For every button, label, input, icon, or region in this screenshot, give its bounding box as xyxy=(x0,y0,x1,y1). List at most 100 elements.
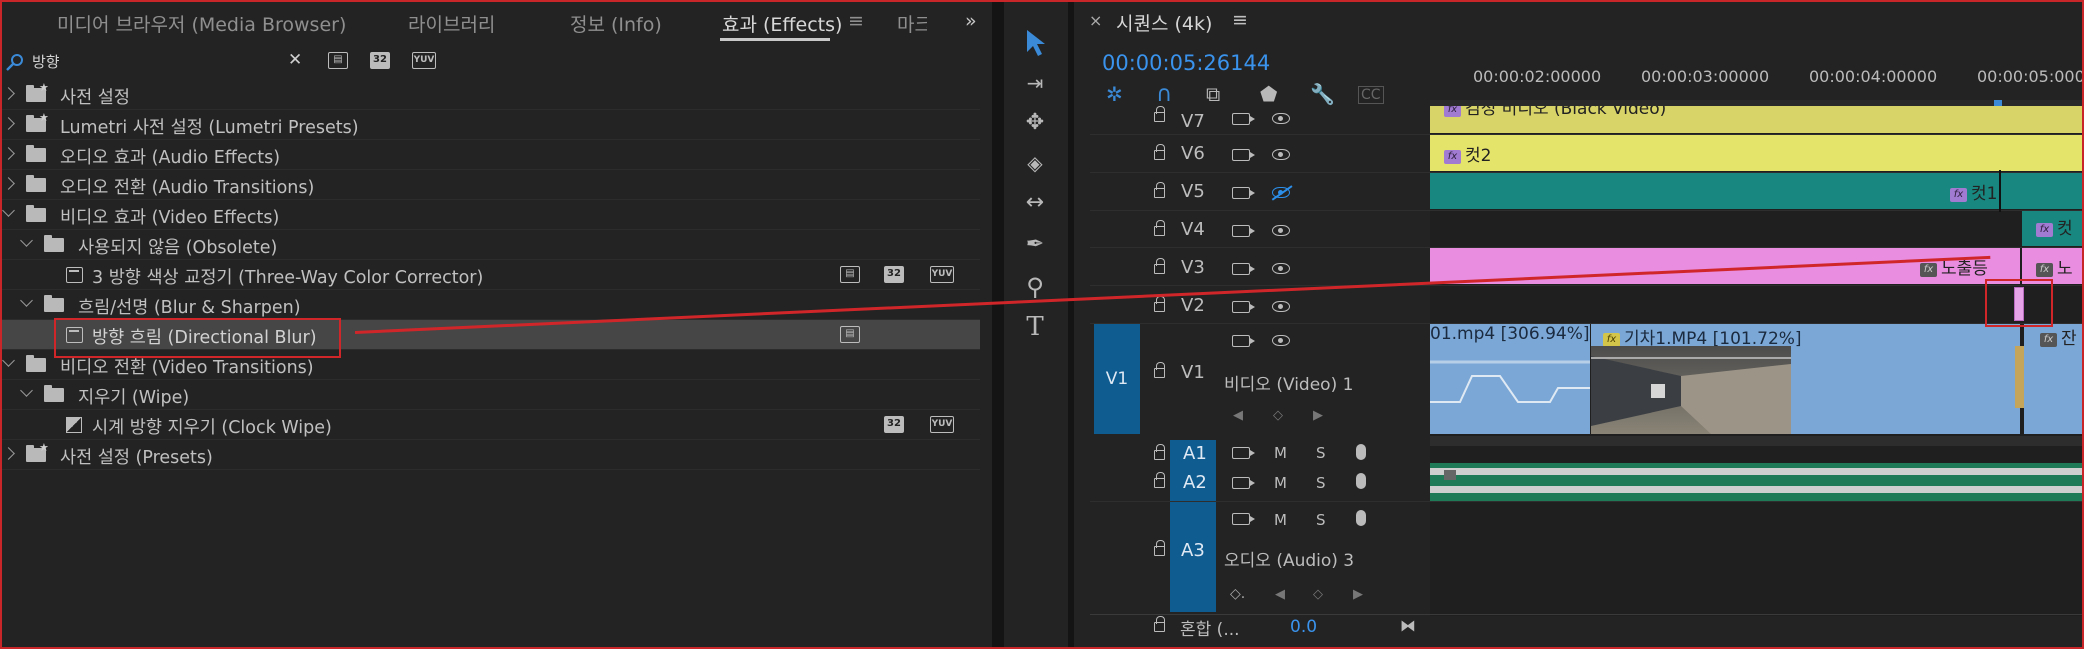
sync-lock-icon[interactable] xyxy=(1232,477,1255,489)
add-marker-icon[interactable]: ⬟ xyxy=(1260,82,1277,106)
tree-item-presets-ko[interactable]: ★ 사전 설정 xyxy=(0,80,980,110)
collapse-arrow-icon[interactable] xyxy=(2,354,15,367)
next-keyframe-icon[interactable]: ▶ xyxy=(1313,408,1323,423)
expand-arrow-icon[interactable] xyxy=(2,147,15,160)
tab-media-browser[interactable]: 미디어 브라우저 (Media Browser) xyxy=(57,10,346,37)
tab-libraries[interactable]: 라이브러리 xyxy=(408,10,495,37)
av-divider[interactable] xyxy=(1430,436,2084,446)
nest-toggle-icon[interactable]: ✲ xyxy=(1106,82,1123,106)
collapse-arrow-icon[interactable] xyxy=(2,204,15,217)
tree-item-obsolete[interactable]: 사용되지 않음 (Obsolete) xyxy=(0,230,980,260)
lock-icon[interactable] xyxy=(1154,472,1165,488)
ripple-edit-tool-icon[interactable]: ✥ xyxy=(1018,106,1052,140)
pen-tool-icon[interactable]: ✒ xyxy=(1018,228,1052,262)
solo-button[interactable]: S xyxy=(1316,511,1326,529)
sync-lock-icon[interactable] xyxy=(1232,187,1255,199)
clip-v7[interactable]: fx 검정 비디오 (Black Video) xyxy=(1430,106,2084,133)
mix-volume-value[interactable]: 0.0 xyxy=(1290,617,1317,637)
microphone-icon[interactable] xyxy=(1356,510,1366,526)
close-sequence-icon[interactable]: × xyxy=(1089,11,1102,30)
clip-v4[interactable]: fx 컷 xyxy=(2022,211,2084,246)
expand-arrow-icon[interactable] xyxy=(2,447,15,460)
eye-icon[interactable] xyxy=(1272,335,1290,346)
track-select-tool-icon[interactable]: ⇥ xyxy=(1018,66,1052,100)
next-keyframe-icon[interactable]: ▶ xyxy=(1353,587,1363,602)
source-patch-audio[interactable] xyxy=(1170,440,1216,612)
linked-selection-icon[interactable]: ⧉ xyxy=(1206,82,1220,106)
mute-button[interactable]: M xyxy=(1274,511,1287,529)
add-keyframe-icon[interactable]: ◇ xyxy=(1273,408,1283,423)
tab-menu-icon[interactable]: ≡ xyxy=(848,10,864,32)
slip-tool-icon[interactable]: ↔ xyxy=(1018,186,1052,220)
lock-icon[interactable] xyxy=(1154,144,1165,160)
solo-button[interactable]: S xyxy=(1316,444,1326,462)
type-tool-icon[interactable]: T xyxy=(1018,310,1052,344)
sync-lock-icon[interactable] xyxy=(1232,225,1255,237)
tab-info[interactable]: 정보 (Info) xyxy=(570,10,662,37)
sync-lock-icon[interactable] xyxy=(1232,301,1255,313)
sync-lock-icon[interactable] xyxy=(1232,335,1255,347)
add-keyframe-icon[interactable]: ◇ xyxy=(1313,587,1323,602)
collapse-arrow-icon[interactable] xyxy=(20,384,33,397)
tree-item-three-way-color-corrector[interactable]: 3 방향 색상 교정기 (Three-Way Color Corrector) … xyxy=(0,260,980,290)
panel-overflow-icon[interactable]: » xyxy=(965,10,977,32)
collapse-arrow-icon[interactable] xyxy=(20,294,33,307)
lock-icon[interactable] xyxy=(1154,296,1165,312)
captions-icon[interactable]: CC xyxy=(1358,86,1384,104)
microphone-icon[interactable] xyxy=(1356,444,1366,460)
eye-icon[interactable] xyxy=(1272,301,1290,312)
eye-hidden-icon[interactable] xyxy=(1272,187,1290,198)
clip-v6[interactable]: fx 컷2 xyxy=(1430,135,2084,171)
tree-item-presets[interactable]: ★ 사전 설정 (Presets) xyxy=(0,440,980,470)
32bit-filter-icon[interactable]: 32 xyxy=(370,52,390,69)
collapse-arrow-icon[interactable] xyxy=(20,234,33,247)
eye-icon[interactable] xyxy=(1272,263,1290,274)
lock-icon[interactable] xyxy=(1154,444,1165,460)
effects-search-input[interactable]: 방향 xyxy=(32,51,307,73)
accelerated-filter-icon[interactable]: ▤ xyxy=(328,52,348,69)
solo-button[interactable]: S xyxy=(1316,474,1326,492)
prev-keyframe-icon[interactable]: ◀ xyxy=(1275,587,1285,602)
eye-icon[interactable] xyxy=(1272,225,1290,236)
tree-item-audio-effects[interactable]: 오디오 효과 (Audio Effects) xyxy=(0,140,980,170)
timeline-settings-icon[interactable]: 🔧 xyxy=(1310,82,1335,106)
sync-lock-icon[interactable] xyxy=(1232,113,1255,125)
clear-search-icon[interactable]: ✕ xyxy=(288,50,302,70)
lock-icon[interactable] xyxy=(1154,220,1165,236)
sync-lock-icon[interactable] xyxy=(1232,447,1255,459)
playhead-timecode[interactable]: 00:00:05:26144 xyxy=(1102,51,1270,75)
lock-icon[interactable] xyxy=(1154,182,1165,198)
tab-markers[interactable]: 마크 xyxy=(897,10,927,37)
microphone-icon[interactable] xyxy=(1356,473,1366,489)
audio-clip-a2[interactable] xyxy=(1430,463,2084,501)
lock-icon[interactable] xyxy=(1154,616,1165,632)
prev-keyframe-icon[interactable]: ◀ xyxy=(1233,408,1243,423)
mix-end-icon[interactable]: ⧓ xyxy=(1400,616,1416,635)
tree-item-blur-sharpen[interactable]: 흐림/선명 (Blur & Sharpen) xyxy=(0,290,980,320)
selection-tool-icon[interactable] xyxy=(1024,28,1048,58)
tree-item-wipe[interactable]: 지우기 (Wipe) xyxy=(0,380,980,410)
sequence-menu-icon[interactable]: ≡ xyxy=(1232,9,1248,31)
mute-button[interactable]: M xyxy=(1274,474,1287,492)
eye-icon[interactable] xyxy=(1272,149,1290,160)
clip-v1-train[interactable]: fx 기차1.MP4 [101.72%] xyxy=(1591,324,2020,434)
keyframe-toggle-icon[interactable]: ◇. xyxy=(1230,586,1245,602)
lock-icon[interactable] xyxy=(1154,540,1165,556)
mute-button[interactable]: M xyxy=(1274,444,1287,462)
eye-icon[interactable] xyxy=(1272,113,1290,124)
razor-tool-icon[interactable]: ◈ xyxy=(1018,146,1052,180)
snap-icon[interactable]: ∩ xyxy=(1156,82,1172,107)
sync-lock-icon[interactable] xyxy=(1232,149,1255,161)
expand-arrow-icon[interactable] xyxy=(2,117,15,130)
yuv-filter-icon[interactable]: YUV xyxy=(412,52,436,69)
tree-item-lumetri-presets[interactable]: ★ Lumetri 사전 설정 (Lumetri Presets) xyxy=(0,110,980,140)
expand-arrow-icon[interactable] xyxy=(2,177,15,190)
expand-arrow-icon[interactable] xyxy=(2,87,15,100)
sequence-tab[interactable]: 시퀀스 (4k) xyxy=(1116,9,1212,36)
lock-icon[interactable] xyxy=(1154,362,1165,378)
source-patch-v1[interactable]: V1 xyxy=(1094,324,1140,434)
tree-item-clock-wipe[interactable]: 시계 방향 지우기 (Clock Wipe) 32 YUV xyxy=(0,410,980,440)
clip-v5[interactable]: fx 컷1 xyxy=(1430,173,2084,209)
tree-item-audio-transitions[interactable]: 오디오 전환 (Audio Transitions) xyxy=(0,170,980,200)
opacity-rubberband[interactable] xyxy=(1430,344,1590,434)
